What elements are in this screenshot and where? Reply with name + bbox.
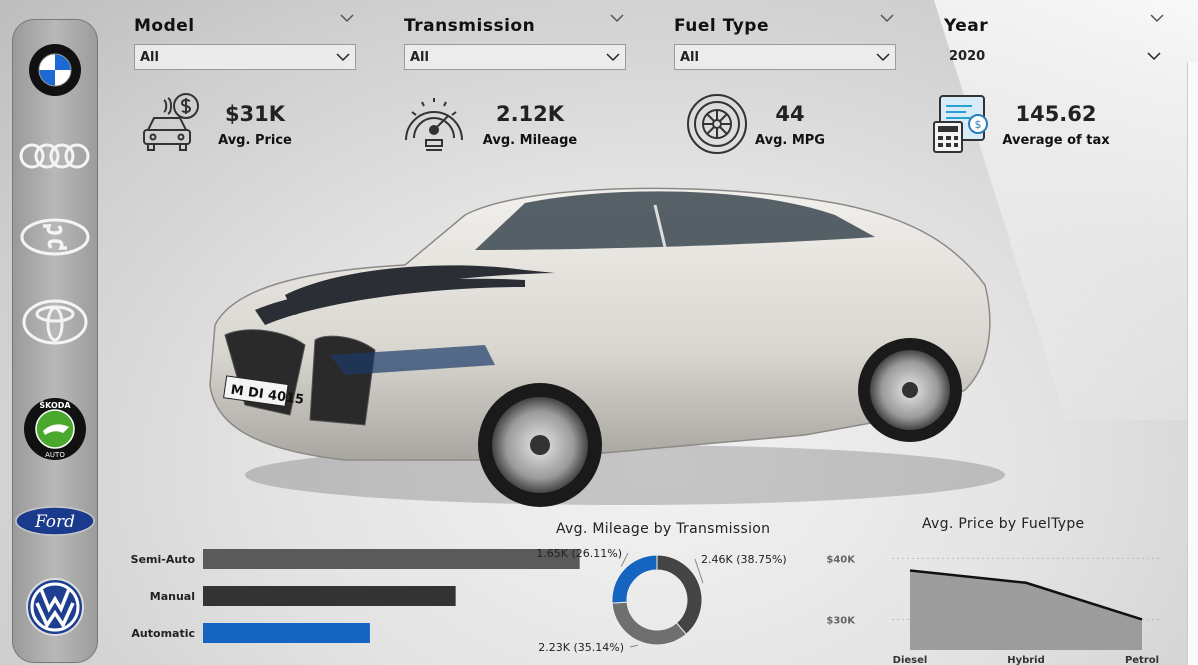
donut-chart-title: Avg. Mileage by Transmission [556, 521, 771, 537]
brand-bmw[interactable] [13, 42, 97, 98]
transmission-bar-chart: Semi-Auto Manual Automatic [131, 549, 580, 643]
hyundai-logo-icon [20, 218, 90, 256]
kpi-avg-mpg-label: Avg. MPG [755, 133, 825, 148]
transmission-dropdown-value: All [410, 50, 429, 65]
chevron-down-icon[interactable] [610, 14, 624, 23]
donut-slice-label: 1.65K (26.11%) [536, 547, 622, 560]
slicer-model: Model All [134, 8, 356, 70]
kpi-average-of-tax-value: 145.62 [1015, 102, 1097, 126]
skoda-top-text: ŠKODA [39, 399, 71, 410]
brand-volkswagen[interactable] [13, 576, 97, 638]
volkswagen-logo-icon [26, 578, 84, 636]
donut-slice [611, 601, 687, 646]
donut-leader-line [620, 552, 629, 567]
svg-text:$: $ [975, 118, 982, 131]
y-tick-label: $40K [826, 554, 856, 565]
toyota-logo-icon [22, 299, 88, 345]
y-tick-label: $30K [826, 615, 856, 626]
chevron-down-icon[interactable] [1150, 14, 1164, 23]
brand-toyota[interactable] [13, 297, 97, 347]
chevron-down-icon[interactable] [340, 14, 354, 23]
kpi-avg-mileage: 2.12K Avg. Mileage [400, 90, 580, 160]
ford-logo-icon: Ford [15, 506, 95, 536]
kpi-average-of-tax-label: Average of tax [1002, 133, 1110, 148]
bar-automatic [203, 623, 370, 643]
brand-skoda[interactable]: ŠKODA AUTO [13, 396, 97, 462]
donut-slice-label: 2.46K (38.75%) [701, 553, 787, 566]
ford-text: Ford [34, 512, 75, 532]
brand-audi[interactable] [13, 138, 97, 174]
price-area-chart: $30K $40K Diesel Hybrid Petrol [826, 554, 1162, 665]
chevron-down-icon[interactable] [880, 14, 894, 23]
slicer-transmission-title: Transmission [404, 16, 536, 36]
kpi-avg-mpg-value: 44 [775, 102, 805, 126]
transmission-dropdown[interactable]: All [404, 44, 626, 70]
x-tick-label: Petrol [1125, 655, 1159, 665]
year-dropdown[interactable]: 2020 [944, 44, 1166, 70]
bmw-logo-icon [29, 44, 81, 96]
kpi-avg-price-label: Avg. Price [218, 133, 292, 148]
chevron-down-icon [606, 53, 620, 62]
kpi-avg-mpg: 44 Avg. MPG [686, 90, 836, 160]
kpi-average-of-tax: $ 145.62 Average of tax [930, 90, 1110, 160]
slicer-year-title: Year [944, 16, 989, 36]
tire-icon [687, 94, 747, 154]
kpi-avg-mileage-label: Avg. Mileage [482, 133, 578, 148]
chevron-down-icon [876, 53, 890, 62]
bar-category-label: Manual [150, 590, 195, 603]
model-dropdown[interactable]: All [134, 44, 356, 70]
speedometer-icon [405, 98, 463, 151]
car-price-icon [143, 93, 199, 151]
donut-slice-label: 2.23K (35.14%) [538, 641, 624, 654]
audi-logo-icon [19, 143, 90, 169]
skoda-logo-icon: ŠKODA AUTO [24, 398, 86, 460]
donut-leader-line [629, 644, 639, 648]
scrollbar-strip[interactable] [1187, 62, 1198, 665]
year-dropdown-value: 2020 [949, 49, 986, 64]
calculator-tax-icon: $ [933, 95, 988, 153]
bar-category-label: Semi-Auto [131, 553, 196, 566]
chevron-down-icon [336, 53, 350, 62]
kpi-avg-price: $31K Avg. Price [140, 90, 300, 160]
kpi-avg-price-value: $31K [224, 102, 286, 126]
donut-slice [656, 554, 703, 635]
fuel-type-dropdown[interactable]: All [674, 44, 896, 70]
brand-sidebar: ŠKODA AUTO Ford [12, 19, 98, 663]
slicer-fuel-type-title: Fuel Type [674, 16, 770, 36]
slicer-transmission: Transmission All [404, 8, 626, 70]
slicer-year: Year 2020 [944, 8, 1166, 70]
slicer-fuel-type: Fuel Type All [674, 8, 896, 70]
brand-hyundai[interactable] [13, 215, 97, 259]
car-image: M DI 4015 [209, 187, 1005, 507]
donut-slice [611, 554, 658, 604]
bar-category-label: Automatic [131, 627, 195, 640]
brand-ford[interactable]: Ford [13, 504, 97, 538]
slicer-model-title: Model [134, 16, 195, 36]
skoda-bottom-text: AUTO [45, 451, 65, 459]
chevron-down-icon [1147, 52, 1161, 61]
kpi-avg-mileage-value: 2.12K [495, 102, 565, 126]
x-tick-label: Diesel [893, 655, 928, 665]
model-dropdown-value: All [140, 50, 159, 65]
x-tick-label: Hybrid [1007, 655, 1045, 665]
bar-manual [203, 586, 456, 606]
fuel-type-dropdown-value: All [680, 50, 699, 65]
mileage-donut-chart: 2.46K (38.75%) 2.23K (35.14%) 1.65K (26.11… [536, 547, 787, 654]
